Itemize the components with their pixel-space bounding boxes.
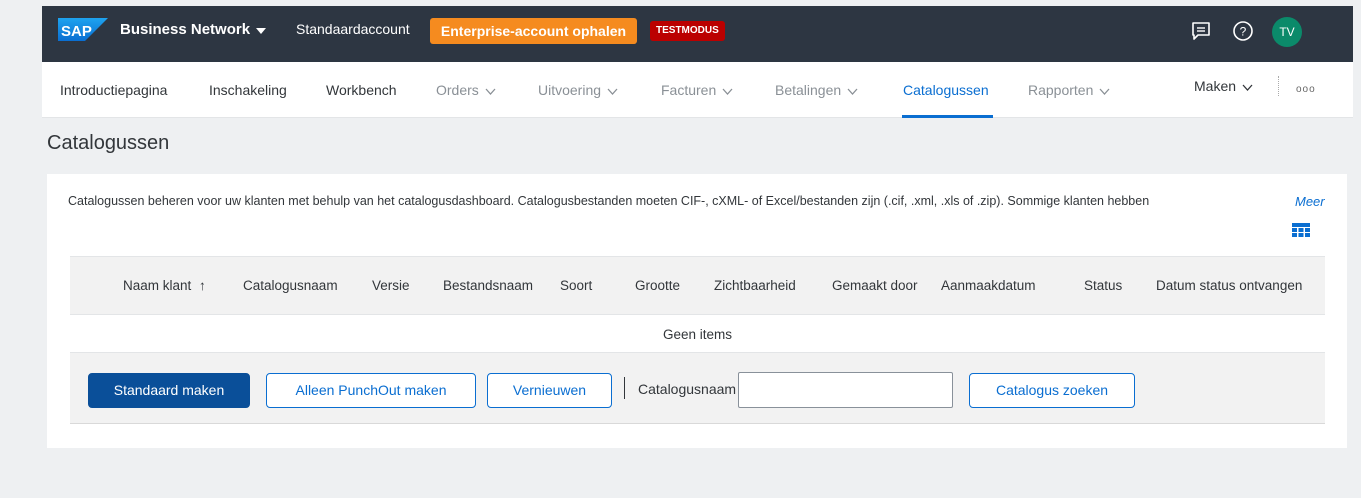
chevron-down-icon: [1099, 88, 1110, 95]
create-menu[interactable]: Maken: [1194, 78, 1253, 94]
nav-item-label: Facturen: [661, 82, 717, 98]
svg-text:?: ?: [1240, 25, 1247, 39]
active-tab-indicator: [902, 115, 993, 118]
column-header-gemaakt-door[interactable]: Gemaakt door: [832, 278, 918, 293]
chevron-down-icon: [607, 88, 618, 95]
brand-name[interactable]: Business Network: [120, 21, 250, 38]
column-header-bestandsnaam[interactable]: Bestandsnaam: [443, 278, 533, 293]
create-standard-button[interactable]: Standaard maken: [88, 373, 250, 408]
chat-icon[interactable]: [1190, 20, 1212, 42]
chevron-down-icon: [485, 88, 496, 95]
sort-ascending-icon: ↑: [199, 278, 206, 293]
empty-message: Geen items: [662, 327, 733, 342]
test-mode-badge: TESTMODUS: [650, 21, 725, 41]
more-link[interactable]: Meer: [1295, 194, 1325, 209]
column-header-versie[interactable]: Versie: [372, 278, 410, 293]
help-icon[interactable]: ?: [1232, 20, 1254, 42]
table-header: Naam klant ↑ Catalogusnaam Versie Bestan…: [70, 256, 1325, 314]
refresh-button[interactable]: Vernieuwen: [487, 373, 612, 408]
nav-divider: [1278, 76, 1279, 96]
column-header-label: Naam klant: [123, 278, 192, 293]
nav-item-facturen[interactable]: Facturen: [661, 82, 733, 98]
chevron-down-icon: [847, 88, 858, 95]
chevron-down-icon: [722, 88, 733, 95]
column-header-soort[interactable]: Soort: [560, 278, 592, 293]
table-settings-icon[interactable]: [1292, 223, 1310, 238]
create-menu-label: Maken: [1194, 78, 1237, 94]
column-header-datum-status-ontvangen[interactable]: Datum status ontvangen: [1156, 278, 1302, 293]
column-header-aanmaakdatum[interactable]: Aanmaakdatum: [941, 278, 1036, 293]
account-name[interactable]: Standaardaccount: [296, 21, 410, 37]
nav-item-inschakeling[interactable]: Inschakeling: [209, 82, 287, 98]
catalog-panel: Catalogussen beheren voor uw klanten met…: [47, 174, 1347, 448]
table-empty-row: Geen items: [70, 314, 1325, 352]
column-header-catalogusnaam[interactable]: Catalogusnaam: [243, 278, 338, 293]
main-navigation: Introductiepagina Inschakeling Workbench…: [42, 62, 1353, 118]
svg-text:SAP: SAP: [61, 23, 92, 40]
create-punchout-button[interactable]: Alleen PunchOut maken: [266, 373, 476, 408]
column-header-zichtbaarheid[interactable]: Zichtbaarheid: [714, 278, 796, 293]
toolbar-separator: [624, 377, 625, 399]
chevron-down-icon: [1242, 84, 1253, 91]
nav-item-introductiepagina[interactable]: Introductiepagina: [60, 82, 167, 98]
nav-item-workbench[interactable]: Workbench: [326, 82, 397, 98]
column-header-status[interactable]: Status: [1084, 278, 1122, 293]
catalog-name-label: Catalogusnaam: [638, 381, 737, 397]
nav-item-uitvoering[interactable]: Uitvoering: [538, 82, 618, 98]
column-header-naam-klant[interactable]: Naam klant ↑: [123, 278, 206, 293]
user-avatar[interactable]: TV: [1272, 17, 1302, 47]
shell-bar: SAP Business Network Standaardaccount En…: [0, 0, 1361, 62]
nav-item-catalogussen[interactable]: Catalogussen: [903, 82, 989, 98]
nav-item-orders[interactable]: Orders: [436, 82, 496, 98]
sap-logo[interactable]: SAP: [58, 18, 108, 41]
nav-item-rapporten[interactable]: Rapporten: [1028, 82, 1110, 98]
catalog-toolbar: Standaard maken Alleen PunchOut maken Ve…: [70, 352, 1325, 424]
nav-item-label: Betalingen: [775, 82, 842, 98]
nav-item-label: Orders: [436, 82, 479, 98]
nav-item-label: Uitvoering: [538, 82, 602, 98]
enterprise-account-button[interactable]: Enterprise-account ophalen: [430, 18, 637, 44]
search-catalog-button[interactable]: Catalogus zoeken: [969, 373, 1135, 408]
caret-down-icon[interactable]: [256, 28, 266, 34]
page-title: Catalogussen: [47, 132, 170, 154]
more-icon[interactable]: ooo: [1296, 84, 1316, 95]
column-header-grootte[interactable]: Grootte: [635, 278, 680, 293]
catalog-name-input[interactable]: [738, 372, 953, 408]
catalog-description: Catalogussen beheren voor uw klanten met…: [68, 194, 1150, 208]
nav-item-label: Rapporten: [1028, 82, 1094, 98]
nav-item-betalingen[interactable]: Betalingen: [775, 82, 858, 98]
